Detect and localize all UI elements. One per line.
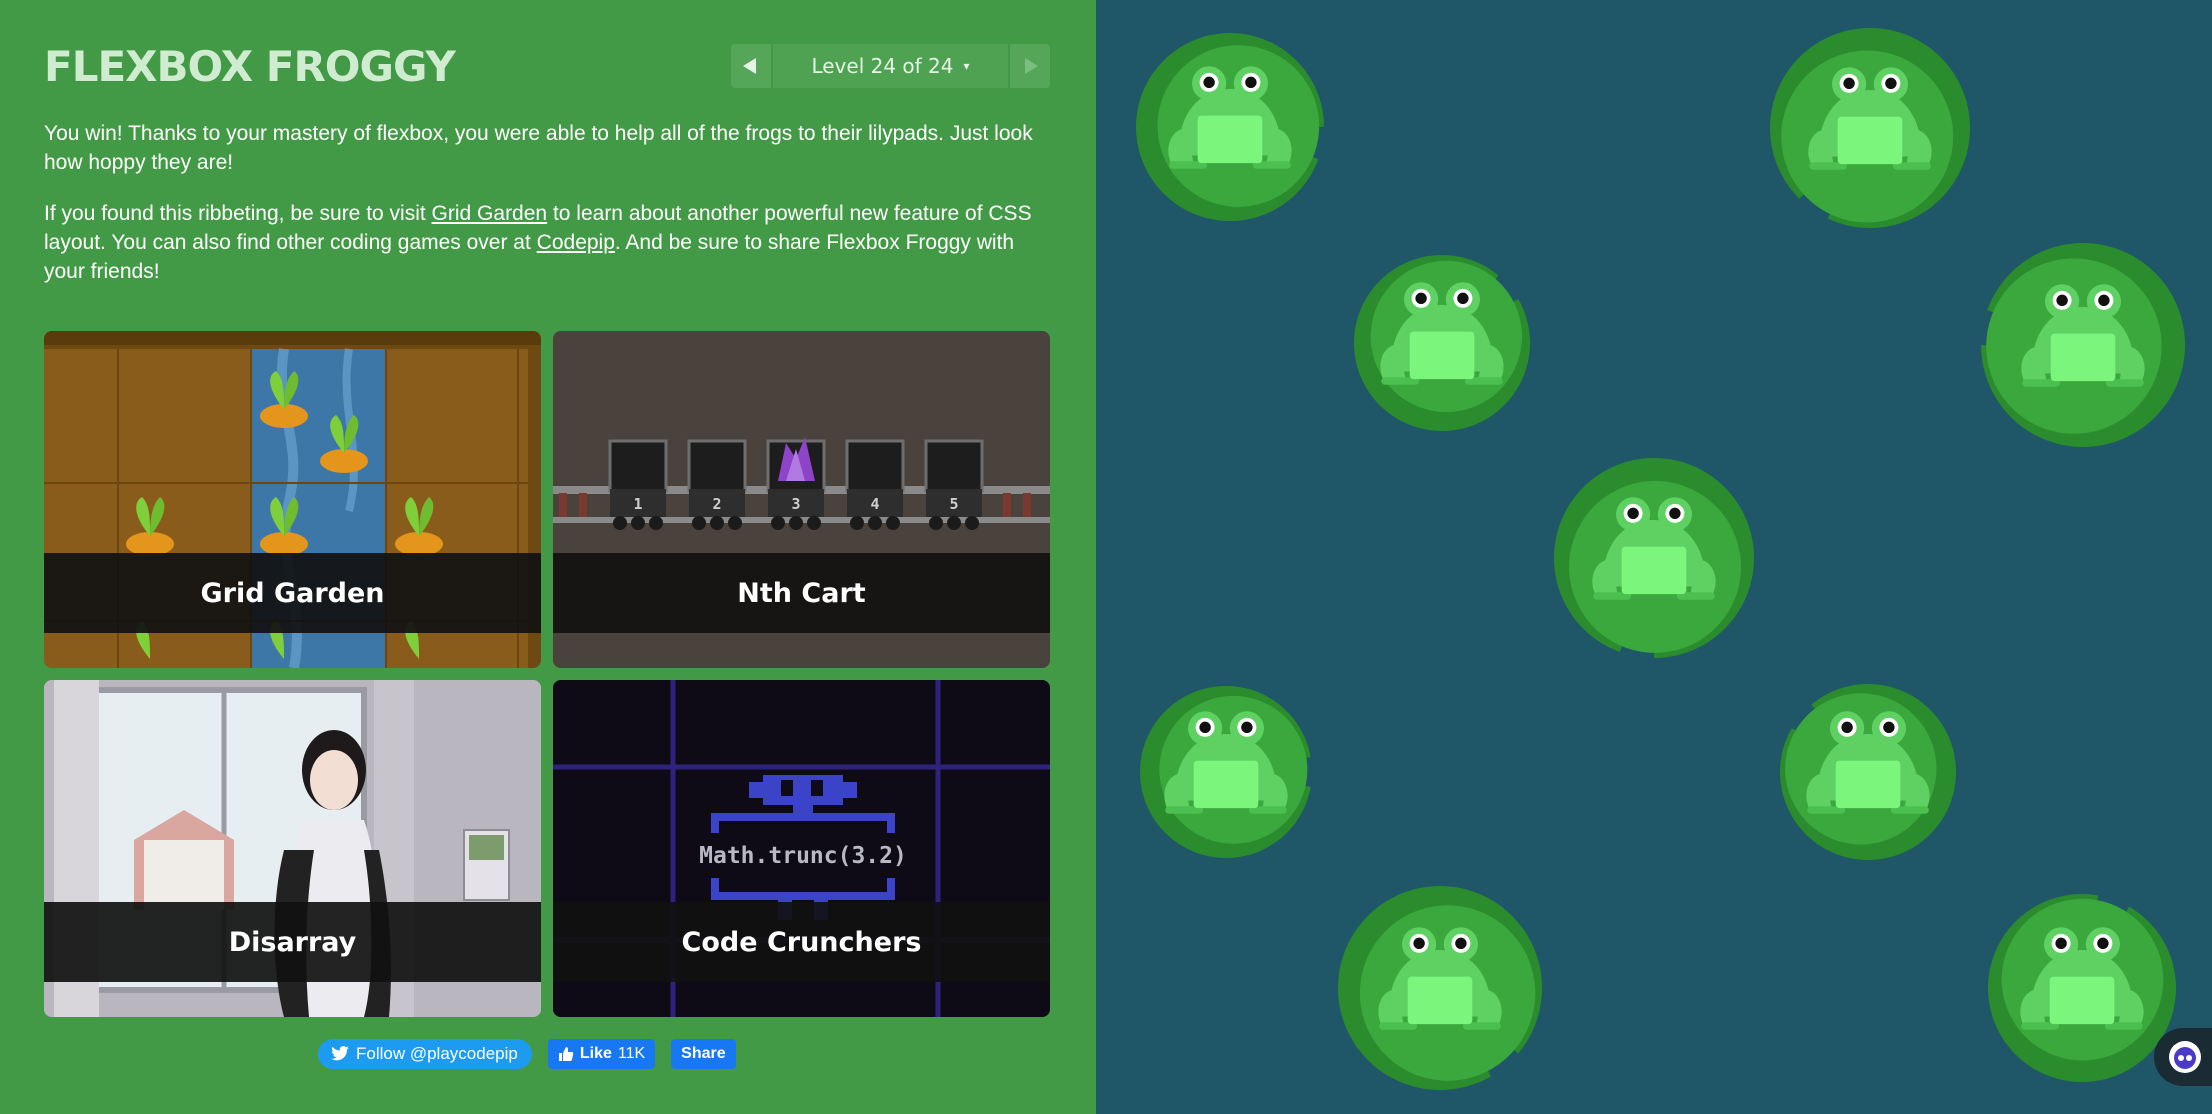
grid-garden-card[interactable]: Grid Garden <box>44 331 541 668</box>
frog-on-lilypad <box>1780 684 1956 860</box>
facebook-share-button[interactable]: Share <box>671 1039 736 1069</box>
frog-on-lilypad <box>1554 458 1754 658</box>
level-navigation: Level 24 of 24 ▾ <box>731 44 1050 88</box>
code-crunchers-card[interactable]: Math.trunc(3.2) Code Crunchers <box>553 680 1050 1017</box>
twitter-follow-label: Follow @playcodepip <box>356 1044 518 1063</box>
game-title: FLEXBOX FROGGY <box>44 42 456 91</box>
nth-cart-label: Nth Cart <box>553 553 1050 633</box>
cart-number: 2 <box>712 495 721 513</box>
twitter-bird-icon <box>331 1046 349 1061</box>
frog-on-lilypad <box>1140 686 1311 858</box>
next-level-button[interactable] <box>1010 44 1050 88</box>
level-indicator-dropdown[interactable]: Level 24 of 24 ▾ <box>773 44 1008 88</box>
sidebar: FLEXBOX FROGGY Level 24 of 24 ▾ You win!… <box>0 0 1096 1114</box>
frog-on-lilypad <box>1338 886 1542 1090</box>
previous-level-button[interactable] <box>731 44 771 88</box>
disarray-card[interactable]: Disarray <box>44 680 541 1017</box>
level-indicator-label: Level 24 of 24 <box>811 54 954 78</box>
frog-on-lilypad <box>1354 255 1530 431</box>
frog-on-lilypad <box>1136 33 1324 221</box>
cart-number: 1 <box>633 495 642 513</box>
win-message: You win! Thanks to your mastery of flexb… <box>44 122 1033 174</box>
cart-number: 4 <box>870 495 879 513</box>
frog-on-lilypad <box>1770 28 1970 228</box>
help-chat-widget[interactable] <box>2154 1028 2212 1086</box>
cart-number: 5 <box>949 495 958 513</box>
grid-garden-link[interactable]: Grid Garden <box>432 202 548 225</box>
twitter-follow-button[interactable]: Follow @playcodepip <box>318 1039 532 1069</box>
nth-cart-card[interactable]: 1 2 3 4 5 Nth Cart <box>553 331 1050 668</box>
chat-bot-icon <box>2169 1041 2201 1073</box>
social-buttons: Follow @playcodepip Like 11K Share <box>318 1039 736 1069</box>
frog-on-lilypad <box>1981 243 2185 447</box>
promo-message: If you found this ribbeting, be sure to … <box>44 199 1044 286</box>
caret-down-icon: ▾ <box>963 59 970 73</box>
code-crunchers-label: Code Crunchers <box>553 902 1050 982</box>
grid-garden-label: Grid Garden <box>44 553 541 633</box>
pond-board <box>1096 0 2212 1114</box>
facebook-like-button[interactable]: Like 11K <box>547 1039 656 1069</box>
cart-number: 3 <box>791 495 800 513</box>
facebook-like-label: Like <box>579 1045 612 1062</box>
disarray-label: Disarray <box>44 902 541 982</box>
facebook-like-count: 11K <box>617 1045 646 1062</box>
promo-text-1: If you found this ribbeting, be sure to … <box>44 202 432 225</box>
code-crunchers-expression: Math.trunc(3.2) <box>699 843 907 869</box>
thumbs-up-icon <box>558 1047 574 1061</box>
codepip-link[interactable]: Codepip <box>537 231 615 254</box>
facebook-share-label: Share <box>681 1045 726 1062</box>
